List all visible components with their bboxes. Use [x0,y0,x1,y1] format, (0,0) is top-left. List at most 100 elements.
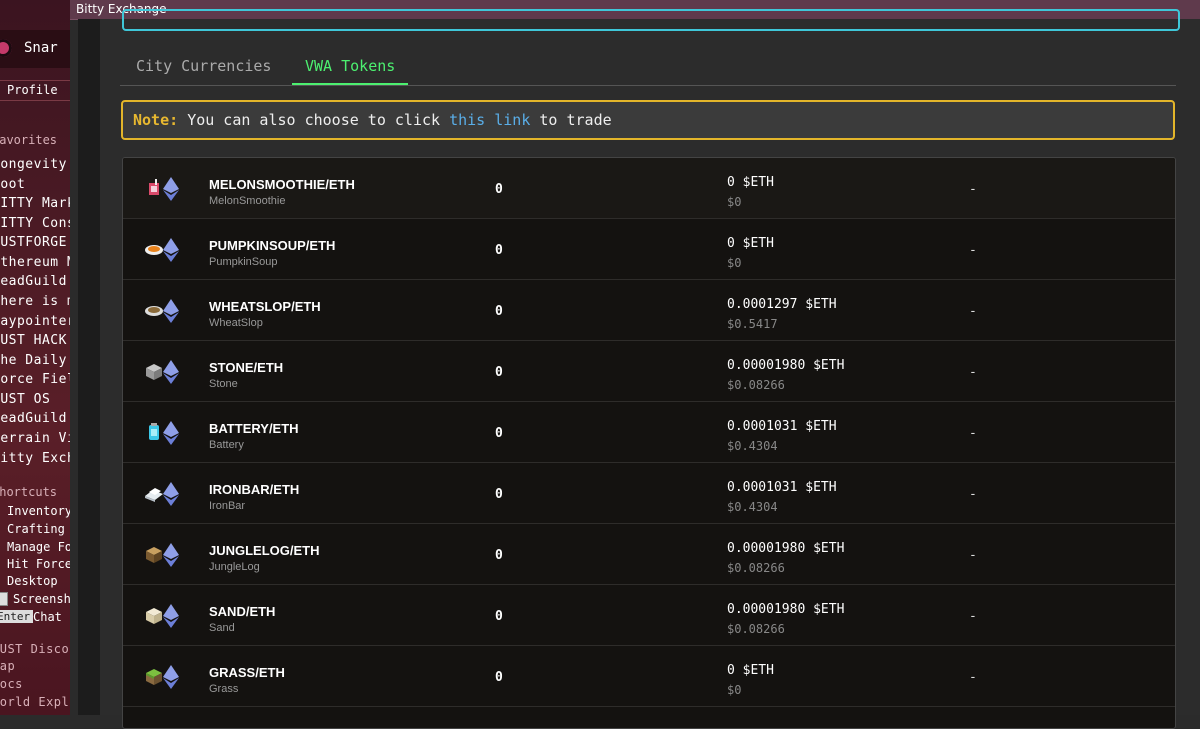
favorite-item[interactable]: The Daily Du [0,353,70,368]
link-docs[interactable]: Docs [0,677,23,691]
shortcut-manage-forcefield[interactable]: Manage Fo [7,540,70,554]
note-label: Note: [133,111,179,129]
favorite-item[interactable]: Where is my [0,294,70,309]
pumpkin-soup-icon [145,245,163,255]
shortcut-inventory[interactable]: Inventory [7,504,70,518]
shortcut-screenshot[interactable]: Screensh [13,592,70,606]
favorite-item[interactable]: Force Fields [0,372,70,387]
trade-link[interactable]: this link [449,111,530,129]
token-usd: $0 [727,683,742,697]
link-map[interactable]: Map [0,659,15,673]
profile-button[interactable]: Profile [0,80,70,101]
active-tab-indicator [292,83,408,85]
wheat-slop-icon [145,306,163,316]
user-header[interactable]: Snar [0,30,70,68]
token-table: MELONSMOOTHIE/ETH MelonSmoothie 0 0 $ETH… [122,157,1176,729]
favorite-item[interactable]: Longevity [0,157,67,172]
token-name: WheatSlop [209,317,263,329]
token-name: Grass [209,683,239,695]
token-amount: 0 [495,304,503,319]
jungle-log-icon [146,547,162,563]
iron-bar-icon [145,488,163,502]
search-box[interactable] [122,9,1180,31]
enter-key-badge: Enter [0,610,34,623]
token-pair: IRONBAR/ETH [209,482,300,497]
token-usd: $0.08266 [727,378,785,392]
favorite-item[interactable]: Bitty Exchan [0,451,70,466]
token-row[interactable]: JUNGLELOG/ETH JungleLog 0 0.00001980 $ET… [123,524,1175,585]
favorites-title: Favorites [0,133,58,147]
token-row[interactable]: IRONBAR/ETH IronBar 0 0.0001031 $ETH $0.… [123,463,1175,524]
token-usd: $0.5417 [727,317,778,331]
token-usd: $0 [727,195,742,209]
token-amount: 0 [495,243,503,258]
shortcuts-title: Shortcuts [0,485,58,499]
shortcut-desktop[interactable]: Desktop [7,574,58,588]
favorite-item[interactable]: BITTY Market [0,196,70,211]
token-change: - [969,487,977,502]
favorite-item[interactable]: Loot [0,177,25,192]
eth-icon [163,299,179,323]
token-amount: 0 [495,609,503,624]
token-row[interactable]: BATTERY/ETH Battery 0 0.0001031 $ETH $0.… [123,402,1175,463]
token-name: MelonSmoothie [209,195,286,207]
token-pair: MELONSMOOTHIE/ETH [209,177,355,192]
token-row[interactable]: MELONSMOOTHIE/ETH MelonSmoothie 0 0 $ETH… [123,158,1175,219]
eth-icon [163,665,179,689]
favorite-item[interactable]: DUST OS [0,392,50,407]
token-price: 0.00001980 $ETH [727,602,845,617]
shortcut-crafting[interactable]: Crafting [7,522,65,536]
token-usd: $0 [727,256,742,270]
favorite-item[interactable]: Terrain View [0,431,70,446]
token-change: - [969,243,977,258]
token-price: 0.00001980 $ETH [727,358,845,373]
grass-block-icon [146,669,162,685]
token-row[interactable]: STONE/ETH Stone 0 0.00001980 $ETH $0.082… [123,341,1175,402]
favorite-item[interactable]: DeadGuild RA [0,411,70,426]
token-row[interactable]: SAND/ETH Sand 0 0.00001980 $ETH $0.08266… [123,585,1175,646]
token-price: 0 $ETH [727,236,774,251]
token-amount: 0 [495,365,503,380]
token-name: Stone [209,378,238,390]
token-price: 0.0001297 $ETH [727,297,837,312]
battery-icon [149,423,159,440]
token-usd: $0.08266 [727,622,785,636]
username: Snar [24,40,58,56]
token-change: - [969,304,977,319]
eth-icon [163,360,179,384]
token-row[interactable]: WHEATSLOP/ETH WheatSlop 0 0.0001297 $ETH… [123,280,1175,341]
token-usd: $0.4304 [727,439,778,453]
shortcut-chat[interactable]: Chat [33,610,62,624]
eth-icon [163,238,179,262]
token-row[interactable]: GRASS/ETH Grass 0 0 $ETH $0 - [123,646,1175,707]
token-pair: JUNGLELOG/ETH [209,543,320,558]
token-change: - [969,365,977,380]
sand-block-icon [146,608,162,624]
favorite-item[interactable]: DUSTFORGE [0,235,67,250]
token-row[interactable]: PUMPKINSOUP/ETH PumpkinSoup 0 0 $ETH $0 … [123,219,1175,280]
tab-city-currencies[interactable]: City Currencies [136,57,271,75]
favorite-item[interactable]: DeadGuild Fo [0,274,70,289]
link-discord[interactable]: DUST Discord D [0,642,70,656]
profile-label: Profile [7,83,58,97]
token-change: - [969,609,977,624]
eth-icon [163,482,179,506]
shortcut-hit-force[interactable]: Hit Force [7,557,70,571]
token-amount: 0 [495,182,503,197]
token-pair: GRASS/ETH [209,665,285,680]
note-banner: Note: You can also choose to click this … [121,100,1175,140]
favorite-item[interactable]: Ethereum Mo [0,255,70,270]
token-name: Sand [209,622,235,634]
favorite-item[interactable]: BITTY Constr [0,216,70,231]
favorite-item[interactable]: Waypointer [0,314,70,329]
token-change: - [969,426,977,441]
link-world-explorer[interactable]: World Explorer [0,695,70,709]
token-pair: PUMPKINSOUP/ETH [209,238,336,253]
favorite-item[interactable]: DUST HACK # [0,333,70,348]
token-amount: 0 [495,548,503,563]
token-change: - [969,670,977,685]
eth-icon [163,604,179,628]
tab-vwa-tokens[interactable]: VWA Tokens [305,57,395,75]
eth-icon [163,421,179,445]
window-frame [78,19,100,715]
